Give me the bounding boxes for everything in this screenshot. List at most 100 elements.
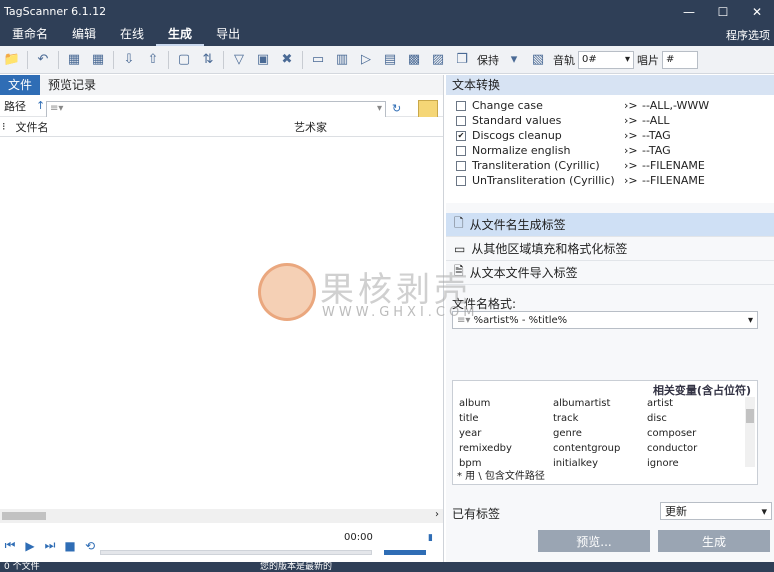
- disc-field[interactable]: #: [662, 50, 698, 69]
- menu-rename[interactable]: 重命名: [0, 24, 60, 46]
- separator: [302, 50, 303, 69]
- clipboard-icon[interactable]: ▧: [527, 49, 549, 71]
- remove-icon[interactable]: ✖: [276, 49, 298, 71]
- play-file-icon[interactable]: ▷: [355, 49, 377, 71]
- variable[interactable]: albumartist: [553, 397, 647, 411]
- existing-tags-select[interactable]: 更新 ▾: [660, 502, 772, 520]
- frame-icon[interactable]: ▢: [173, 49, 195, 71]
- scroll-thumb[interactable]: [2, 512, 46, 520]
- checkbox[interactable]: [456, 145, 466, 156]
- generate-pane: 文本转换 Change case ›> --ALL,-WWW Standard …: [446, 75, 774, 562]
- checkbox-checked[interactable]: ✔: [456, 130, 466, 141]
- view-icon[interactable]: ▣: [252, 49, 274, 71]
- variables-list: 相关变量(含占位符) album albumartist artist titl…: [452, 380, 758, 485]
- tab-preview-log[interactable]: 预览记录: [40, 75, 104, 95]
- panel-icon[interactable]: ▭: [307, 49, 329, 71]
- generate-modes: 🗋 从文件名生成标签 ▭ 从其他区域填充和格式化标签 🗎 从文本文件导入标签: [446, 213, 774, 285]
- track-field[interactable]: 0# ▾: [578, 50, 634, 69]
- list-item[interactable]: UnTransliteration (Cyrillic) ›> --FILENA…: [446, 173, 774, 188]
- chevron-right-icon[interactable]: ›: [435, 509, 439, 520]
- mode-label: 从其他区域填充和格式化标签: [471, 242, 628, 256]
- mode-from-filename[interactable]: 🗋 从文件名生成标签: [446, 213, 774, 237]
- add-folder-icon[interactable]: 📁: [1, 49, 23, 71]
- copy-icon[interactable]: ❐: [451, 49, 473, 71]
- menu-edit[interactable]: 编辑: [60, 24, 108, 46]
- toolbar: 📁 ↶ ▦ ▦ ⇩ ⇧ ▢ ⇅ ▽ ▣ ✖ ▭ ▥ ▷ ▤ ▩ ▨ ❐ 保持 ▾…: [0, 46, 774, 74]
- program-options[interactable]: 程序选项: [726, 27, 770, 43]
- list-item[interactable]: Normalize english ›> --TAG: [446, 143, 774, 158]
- variable[interactable]: conductor: [647, 442, 741, 456]
- separator: [58, 50, 59, 69]
- checkbox[interactable]: [456, 175, 466, 186]
- select-all-icon[interactable]: ▦: [63, 49, 85, 71]
- separator: [27, 50, 28, 69]
- variable[interactable]: remixedby: [459, 442, 553, 456]
- cover-icon[interactable]: ▩: [403, 49, 425, 71]
- sort-icon[interactable]: ⇅: [197, 49, 219, 71]
- menu-generate[interactable]: 生成: [156, 24, 205, 46]
- checkbox[interactable]: [456, 115, 466, 126]
- separator: [168, 50, 169, 69]
- undo-icon[interactable]: ↶: [32, 49, 54, 71]
- checkbox[interactable]: [456, 100, 466, 111]
- generate-button[interactable]: 生成: [658, 530, 770, 552]
- tab-files[interactable]: 文件: [0, 75, 41, 95]
- mode-from-textfile[interactable]: 🗎 从文本文件导入标签: [446, 261, 774, 285]
- close-icon[interactable]: ✕: [740, 0, 774, 24]
- variable[interactable]: track: [553, 412, 647, 426]
- volume-slider[interactable]: [384, 550, 426, 555]
- chevron-down-icon[interactable]: ▾: [503, 49, 525, 71]
- seek-bar[interactable]: [100, 550, 372, 555]
- horizontal-scrollbar[interactable]: ›: [0, 509, 443, 523]
- columns-icon[interactable]: ▥: [331, 49, 353, 71]
- variable[interactable]: contentgroup: [553, 442, 647, 456]
- format-input[interactable]: ≡▾ %artist% - %title% ▾: [452, 311, 758, 329]
- transform-name: Transliteration (Cyrillic): [472, 159, 600, 172]
- column-options-icon[interactable]: ⁝: [2, 120, 6, 133]
- menu-export[interactable]: 导出: [204, 24, 252, 46]
- list-item[interactable]: Standard values ›> --ALL: [446, 113, 774, 128]
- variable[interactable]: title: [459, 412, 553, 426]
- next-icon[interactable]: ⏭: [40, 538, 60, 553]
- checkbox[interactable]: [456, 160, 466, 171]
- scroll-thumb[interactable]: [746, 409, 754, 423]
- image-icon[interactable]: ▨: [427, 49, 449, 71]
- move-up-icon[interactable]: ⇧: [142, 49, 164, 71]
- variable[interactable]: initialkey: [553, 457, 647, 471]
- filter-icon[interactable]: ▽: [228, 49, 250, 71]
- variable[interactable]: composer: [647, 427, 741, 441]
- up-arrow-icon[interactable]: ↑: [36, 99, 45, 112]
- variable[interactable]: genre: [553, 427, 647, 441]
- variable[interactable]: artist: [647, 397, 741, 411]
- status-bar: 0 个文件 您的版本是最新的: [0, 562, 774, 572]
- mode-format-fields[interactable]: ▭ 从其他区域填充和格式化标签: [446, 237, 774, 261]
- variable[interactable]: year: [459, 427, 553, 441]
- column-filename[interactable]: 文件名: [16, 119, 49, 135]
- transform-value: --TAG: [642, 129, 671, 142]
- minimize-icon[interactable]: —: [672, 0, 706, 24]
- variable[interactable]: album: [459, 397, 553, 411]
- grid-icon[interactable]: ▦: [87, 49, 109, 71]
- preview-button[interactable]: 预览...: [538, 530, 650, 552]
- list-item[interactable]: Transliteration (Cyrillic) ›> --FILENAME: [446, 158, 774, 173]
- variable[interactable]: disc: [647, 412, 741, 426]
- move-down-icon[interactable]: ⇩: [118, 49, 140, 71]
- previous-icon[interactable]: ⏮: [0, 538, 20, 553]
- maximize-icon[interactable]: ☐: [706, 0, 740, 24]
- list-item[interactable]: Change case ›> --ALL,-WWW: [446, 98, 774, 113]
- chevron-down-icon: ▾: [761, 504, 767, 518]
- transform-name: Change case: [472, 99, 543, 112]
- stop-icon[interactable]: ■: [60, 539, 80, 553]
- vertical-scrollbar[interactable]: [745, 397, 755, 467]
- refresh-icon[interactable]: ↻: [392, 102, 401, 115]
- info-icon[interactable]: ▤: [379, 49, 401, 71]
- menu-online[interactable]: 在线: [108, 24, 156, 46]
- save-button[interactable]: 保持: [477, 52, 499, 68]
- column-artist[interactable]: 艺术家: [294, 119, 327, 135]
- watermark-url: WWW.GHXI.COM: [322, 305, 479, 320]
- file-list[interactable]: [0, 138, 443, 521]
- variable[interactable]: ignore: [647, 457, 741, 471]
- list-item[interactable]: ✔ Discogs cleanup ›> --TAG: [446, 128, 774, 143]
- repeat-icon[interactable]: ⟲: [80, 539, 100, 553]
- play-icon[interactable]: ▶: [20, 539, 40, 553]
